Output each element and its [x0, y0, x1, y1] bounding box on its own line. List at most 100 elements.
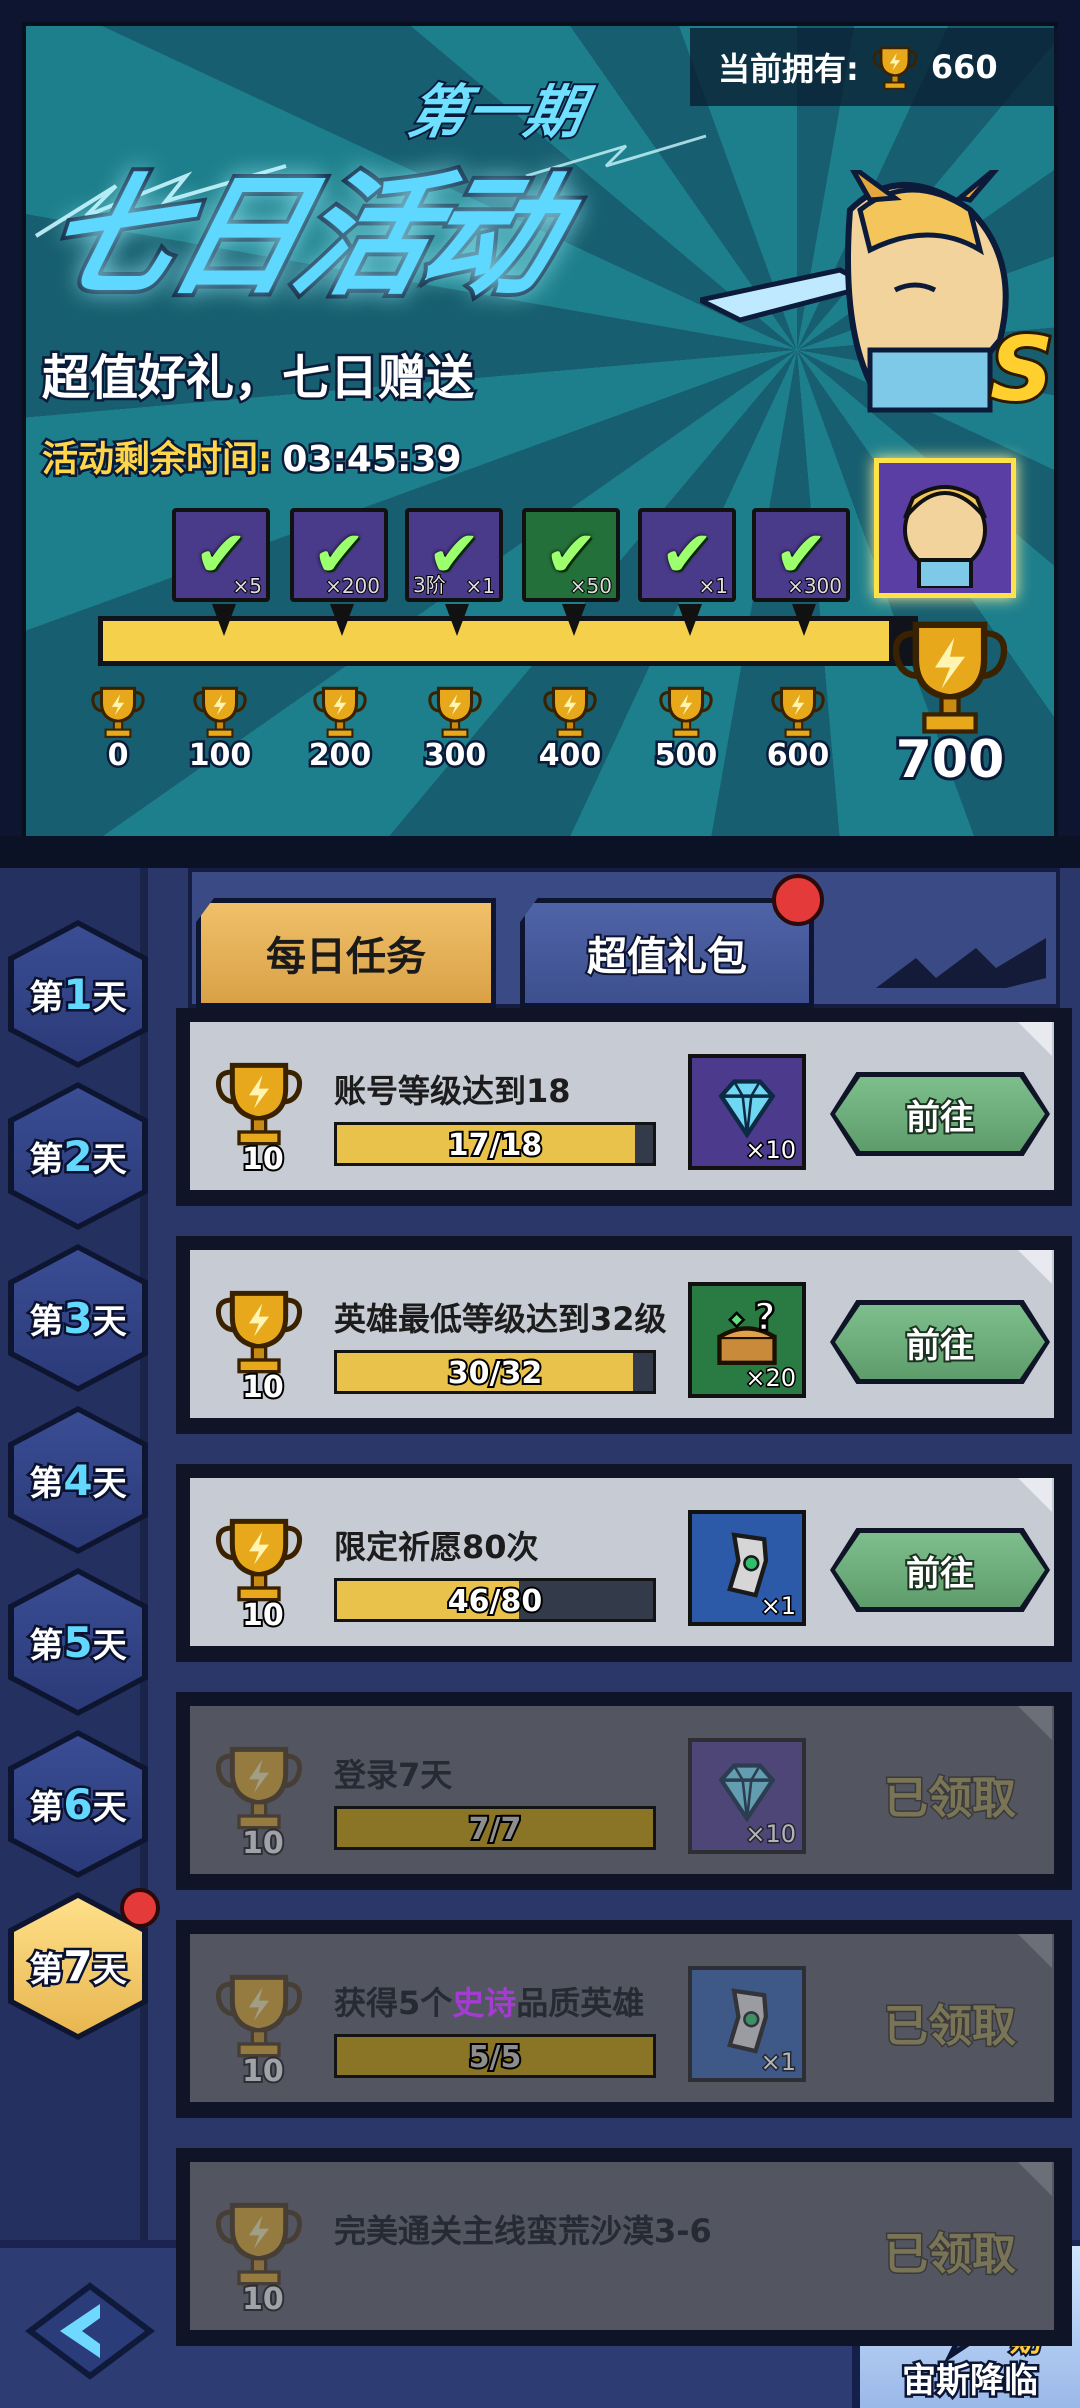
- task-points: 10: [240, 1368, 286, 1407]
- milestone-marker: 400: [520, 680, 620, 776]
- day-number: 7: [61, 1940, 95, 1994]
- milestone-value: 300: [421, 736, 489, 776]
- large-trophy-icon: [892, 621, 1008, 734]
- back-arrow-icon[interactable]: [20, 2276, 160, 2386]
- task-title: 获得5个史诗品质英雄: [334, 1978, 644, 2024]
- day-tab-6[interactable]: 第6天: [8, 1730, 148, 1878]
- day-tab-4[interactable]: 第4天: [8, 1406, 148, 1554]
- final-reward-hero[interactable]: [874, 458, 1016, 598]
- go-button-label: 前往: [835, 1305, 1045, 1379]
- remaining-time: 活动剩余时间: 03:45:39: [39, 430, 464, 483]
- task-points: 10: [240, 1140, 286, 1179]
- task-points: 10: [240, 2280, 286, 2319]
- reward-item-quantity: ×20: [744, 1363, 798, 1394]
- reward-box[interactable]: ✔ ×300: [752, 508, 850, 636]
- milestone-value: 400: [536, 736, 604, 776]
- day-suffix: 天: [90, 1624, 129, 1669]
- day-tab-2[interactable]: 第2天: [8, 1082, 148, 1230]
- reward-quantity: ×300: [786, 573, 843, 599]
- card-corner-fold: [1018, 2162, 1052, 2196]
- task-progress-bar: 30/32: [334, 1350, 656, 1394]
- day-tab-5[interactable]: 第5天: [8, 1568, 148, 1716]
- task-trophy-icon: [204, 2192, 314, 2292]
- day-number: 4: [61, 1454, 95, 1508]
- day-number: 3: [61, 1292, 95, 1346]
- tab-daily-tasks[interactable]: 每日任务: [196, 898, 496, 1008]
- task-progress-text: 17/18: [446, 1126, 544, 1165]
- task-row: 10 登录7天 7/7 ×10 已领取: [176, 1692, 1072, 1890]
- card-corner-fold: [1018, 1934, 1052, 1968]
- claimed-label: 已领取: [883, 1772, 1018, 1826]
- milestone-marker: 0: [68, 680, 168, 776]
- day-suffix: 天: [90, 1948, 129, 1993]
- reward-item-diamond[interactable]: ×10: [688, 1738, 806, 1854]
- milestone-value: 500: [652, 736, 720, 776]
- claimed-label: 已领取: [883, 2000, 1018, 2054]
- reward-item-diamond[interactable]: ×10: [688, 1054, 806, 1170]
- claimed-label: 已领取: [883, 2228, 1018, 2282]
- task-trophy-icon: [204, 1508, 314, 1608]
- trophy-icon: [421, 680, 489, 742]
- event-label: 宙斯降临: [900, 2359, 1041, 2404]
- day-number: 1: [61, 968, 95, 1022]
- go-button-label: 前往: [835, 1533, 1045, 1607]
- trophy-icon: [186, 680, 254, 742]
- day-notification-dot: [120, 1888, 160, 1928]
- task-row: 10 完美通关主线蛮荒沙漠3-6 已领取: [176, 2148, 1072, 2346]
- reward-box[interactable]: ✔ ×1: [638, 508, 736, 636]
- task-progress-text: 5/5: [467, 2038, 524, 2077]
- milestone-final-value: 700: [893, 727, 1008, 793]
- svg-text:?: ?: [754, 1295, 776, 1339]
- reward-item-chest[interactable]: ? ×20: [688, 1282, 806, 1398]
- day-tab-label: 第6天: [8, 1778, 148, 1832]
- task-trophy-icon: [204, 1736, 314, 1836]
- day-tab-label: 第1天: [8, 968, 148, 1022]
- task-points: 10: [240, 1824, 286, 1863]
- gift-tab-notification-dot: [772, 874, 824, 926]
- day-tab-label: 第2天: [8, 1130, 148, 1184]
- crack-decoration: [876, 938, 1046, 988]
- currency-display: 当前拥有: 660: [690, 28, 1058, 106]
- title-main: 七日活动: [24, 156, 574, 318]
- milestone-marker: 100: [170, 680, 270, 776]
- reward-quantity: ×1: [697, 573, 729, 599]
- milestone-marker: 300: [405, 680, 505, 776]
- remaining-time-value: 03:45:39: [280, 437, 464, 483]
- tab-value-gift[interactable]: 超值礼包: [520, 898, 814, 1008]
- reward-item-scroll[interactable]: ×1: [688, 1510, 806, 1626]
- task-title-part: 获得5个: [334, 1984, 453, 2022]
- task-progress-text: 30/32: [446, 1354, 544, 1393]
- day-prefix: 第: [27, 1138, 66, 1183]
- day-tab-1[interactable]: 第1天: [8, 920, 148, 1068]
- go-button[interactable]: 前往: [830, 1300, 1050, 1384]
- day-tab-3[interactable]: 第3天: [8, 1244, 148, 1392]
- task-card: 10 获得5个史诗品质英雄 5/5 ×1 已领取: [184, 1928, 1060, 2108]
- go-button[interactable]: 前往: [830, 1072, 1050, 1156]
- day-tab-label: 第3天: [8, 1292, 148, 1346]
- task-title: 英雄最低等级达到32级: [334, 1300, 667, 1338]
- milestone-marker: 200: [290, 680, 390, 776]
- reward-box[interactable]: ✔ ×200: [290, 508, 388, 636]
- day-suffix: 天: [90, 976, 129, 1021]
- milestone-value: 100: [186, 736, 254, 776]
- reward-item-quantity: ×10: [744, 1819, 798, 1850]
- day-number: 2: [61, 1130, 95, 1184]
- reward-item-quantity: ×1: [759, 1591, 797, 1622]
- task-progress-bar: 5/5: [334, 2034, 656, 2078]
- trophy-icon: [536, 680, 604, 742]
- task-card: 10 账号等级达到18 17/18 ×10 前往: [184, 1016, 1060, 1196]
- milestone-final: 700: [870, 612, 1030, 793]
- task-card: 10 完美通关主线蛮荒沙漠3-6 已领取: [184, 2156, 1060, 2336]
- reward-box[interactable]: ✔ ×5: [172, 508, 270, 636]
- reward-item-scroll[interactable]: ×1: [688, 1966, 806, 2082]
- task-card: 10 英雄最低等级达到32级 30/32? ×20 前往: [184, 1244, 1060, 1424]
- task-title-part: 品质英雄: [516, 1984, 645, 2022]
- go-button[interactable]: 前往: [830, 1528, 1050, 1612]
- day-number: 5: [61, 1616, 95, 1670]
- day-tab-7[interactable]: 第7天: [8, 1888, 160, 2040]
- task-trophy-icon: [204, 1052, 314, 1152]
- day-suffix: 天: [90, 1300, 129, 1345]
- reward-box[interactable]: ✔ ×1 3阶: [405, 508, 503, 636]
- day-tab-label: 第4天: [8, 1454, 148, 1508]
- reward-box[interactable]: ✔ ×50: [522, 508, 620, 636]
